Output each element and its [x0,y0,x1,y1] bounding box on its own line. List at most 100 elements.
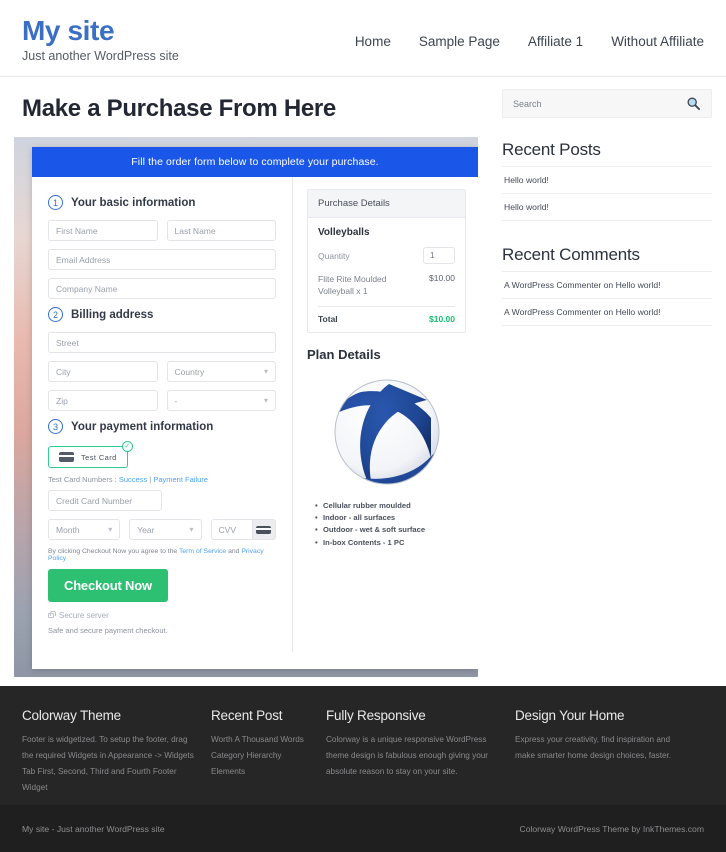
test-numbers-prefix: Test Card Numbers : [48,475,119,484]
quantity-input[interactable]: 1 [423,247,455,264]
test-card-option-wrapper: Test Card ✓ [48,441,133,468]
test-card-option[interactable]: Test Card [48,446,128,468]
footer-column-title: Recent Post [211,708,283,723]
order-banner: Fill the order form below to complete yo… [32,147,478,177]
nav-item-home[interactable]: Home [355,34,391,49]
page-title: Make a Purchase From Here [22,95,336,122]
credit-card-number-input[interactable]: Credit Card Number [48,490,162,511]
month-select-value: Month [56,524,80,535]
name-field-row: First Name Last Name [48,220,276,241]
footer-column-text: Footer is widgetized. To setup the foote… [22,735,194,792]
first-name-input[interactable]: First Name [48,220,158,241]
main-navigation[interactable]: Home Sample Page Affiliate 1 Without Aff… [355,16,704,49]
expiry-month-select[interactable]: Month ▾ [48,519,121,540]
product-image-wrapper [307,368,466,500]
footer-column-title: Fully Responsive [326,708,426,723]
expiry-cvv-row: Month ▾ Year ▾ CVV [48,519,276,540]
country-select[interactable]: Country ▾ [166,361,276,382]
nav-item-sample-page[interactable]: Sample Page [419,34,500,49]
recent-posts-title: Recent Posts [502,140,601,159]
lock-icon [48,611,56,618]
list-item[interactable]: Category Hierarchy [211,748,312,764]
line-item-price: $10.00 [429,273,455,283]
list-item: Outdoor - wet & soft surface [315,524,466,537]
email-field-row: Email Address [48,249,276,270]
cvv-help-button[interactable] [252,519,276,540]
purchase-details-heading: Purchase Details [308,190,465,218]
footer-column-text: Express your creativity, find inspiratio… [515,735,672,760]
card-back-icon [256,525,272,534]
footer-recent-post-list: Worth A Thousand Words Category Hierarch… [211,732,312,780]
expiry-year-select[interactable]: Year ▾ [129,519,202,540]
chevron-down-icon: ▾ [189,525,194,534]
page-root: My site Just another WordPress site Home… [0,0,726,852]
test-card-numbers-note: Test Card Numbers : Success | Payment Fa… [48,475,276,484]
site-title[interactable]: My site [22,16,179,46]
step-number-3: 3 [48,419,63,434]
list-item: In-box Contents - 1 PC [315,537,466,550]
footer-column-text: Colorway is a unique responsive WordPres… [326,735,489,776]
chevron-down-icon: ▾ [263,367,268,376]
footer-column-title: Colorway Theme [22,708,121,723]
total-label: Total [318,313,338,324]
company-input[interactable]: Company Name [48,278,276,299]
company-field-row: Company Name [48,278,276,299]
state-select-value: - [174,395,178,406]
site-branding[interactable]: My site Just another WordPress site [22,16,179,64]
total-row: Total $10.00 [318,314,455,324]
zip-input[interactable]: Zip [48,390,158,411]
nav-item-without-affiliate[interactable]: Without Affiliate [611,34,704,49]
volleyball-image [334,379,439,485]
list-item[interactable]: A WordPress Commenter on Hello world! [502,271,712,298]
cvv-input[interactable]: CVV [210,519,253,540]
list-item[interactable]: A WordPress Commenter on Hello world! [502,298,712,326]
list-item[interactable]: Worth A Thousand Words [211,732,312,748]
recent-comments-title: Recent Comments [502,245,640,264]
total-value: $10.00 [429,313,455,324]
secure-server-row: Secure server [48,611,276,620]
step-number-1: 1 [48,195,63,210]
city-country-row: City Country ▾ [48,361,276,382]
search-icon[interactable] [686,96,701,111]
street-field-row: Street [48,332,276,353]
list-item[interactable]: Hello world! [502,166,712,193]
search-input[interactable]: Search [513,99,686,109]
last-name-input[interactable]: Last Name [166,220,276,241]
step-payment-information: 3 Your payment information [48,419,276,434]
theme-credit-text: Colorway WordPress Theme by InkThemes.co… [519,823,704,834]
recent-comments-list: A WordPress Commenter on Hello world! A … [502,271,712,326]
sidebar: Search Recent Posts Hello world! Hello w… [502,77,712,682]
terms-of-service-link[interactable]: Term of Service [179,548,226,555]
street-input[interactable]: Street [48,332,276,353]
chevron-down-icon: ▾ [263,396,268,405]
test-success-link[interactable]: Success [119,475,147,484]
step-basic-information: 1 Your basic information [48,195,276,210]
step-label-basic: Your basic information [71,196,196,209]
purchase-details-box: Purchase Details Volleyballs Quantity 1 … [307,189,466,333]
site-footer: Colorway Theme Footer is widgetized. To … [0,686,726,805]
nav-item-affiliate-1[interactable]: Affiliate 1 [528,34,583,49]
check-circle-icon: ✓ [121,441,133,452]
line-item-name: Flite Rite Moulded Volleyball x 1 [318,274,387,297]
product-name: Volleyballs [318,227,370,238]
terms-notice: By clicking Checkout Now you agree to th… [48,548,276,562]
copyright-text: My site - Just another WordPress site [22,823,165,834]
terms-prefix: By clicking Checkout Now you agree to th… [48,548,179,555]
main-column: Make a Purchase From Here Fill the order… [14,77,478,682]
year-select-value: Year [137,524,155,535]
order-form-column: 1 Your basic information First Name Last… [32,177,292,652]
content-area: Make a Purchase From Here Fill the order… [0,77,726,682]
step-label-payment: Your payment information [71,420,214,433]
search-widget[interactable]: Search [502,89,712,118]
list-item[interactable]: Hello world! [502,193,712,221]
credit-card-row: Credit Card Number [48,490,276,511]
email-input[interactable]: Email Address [48,249,276,270]
list-item[interactable]: Elements [211,764,312,780]
checkout-now-button[interactable]: Checkout Now [48,569,168,602]
step-billing-address: 2 Billing address [48,307,276,322]
test-failure-link[interactable]: Payment Failure [153,475,208,484]
state-select[interactable]: - ▾ [166,390,276,411]
city-input[interactable]: City [48,361,158,382]
site-tagline: Just another WordPress site [22,49,179,64]
line-item-row: Flite Rite Moulded Volleyball x 1 $10.00 [318,273,455,298]
